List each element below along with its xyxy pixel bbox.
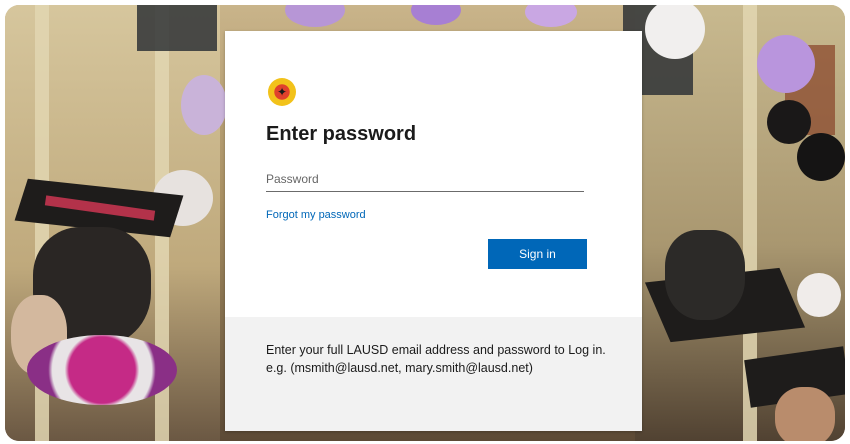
footer-instructions: Enter your full LAUSD email address and … (266, 343, 606, 375)
forgot-password-link[interactable]: Forgot my password (266, 209, 366, 221)
page-title: Enter password (266, 123, 417, 145)
login-dialog: ✦ Enter password Forgot my password Sign… (225, 31, 642, 431)
login-page: ✦ Enter password Forgot my password Sign… (5, 5, 845, 441)
password-input[interactable] (266, 167, 584, 192)
sign-in-button[interactable]: Sign in (488, 239, 587, 269)
lausd-seal-icon: ✦ (268, 78, 296, 106)
login-footer: Enter your full LAUSD email address and … (225, 317, 642, 431)
